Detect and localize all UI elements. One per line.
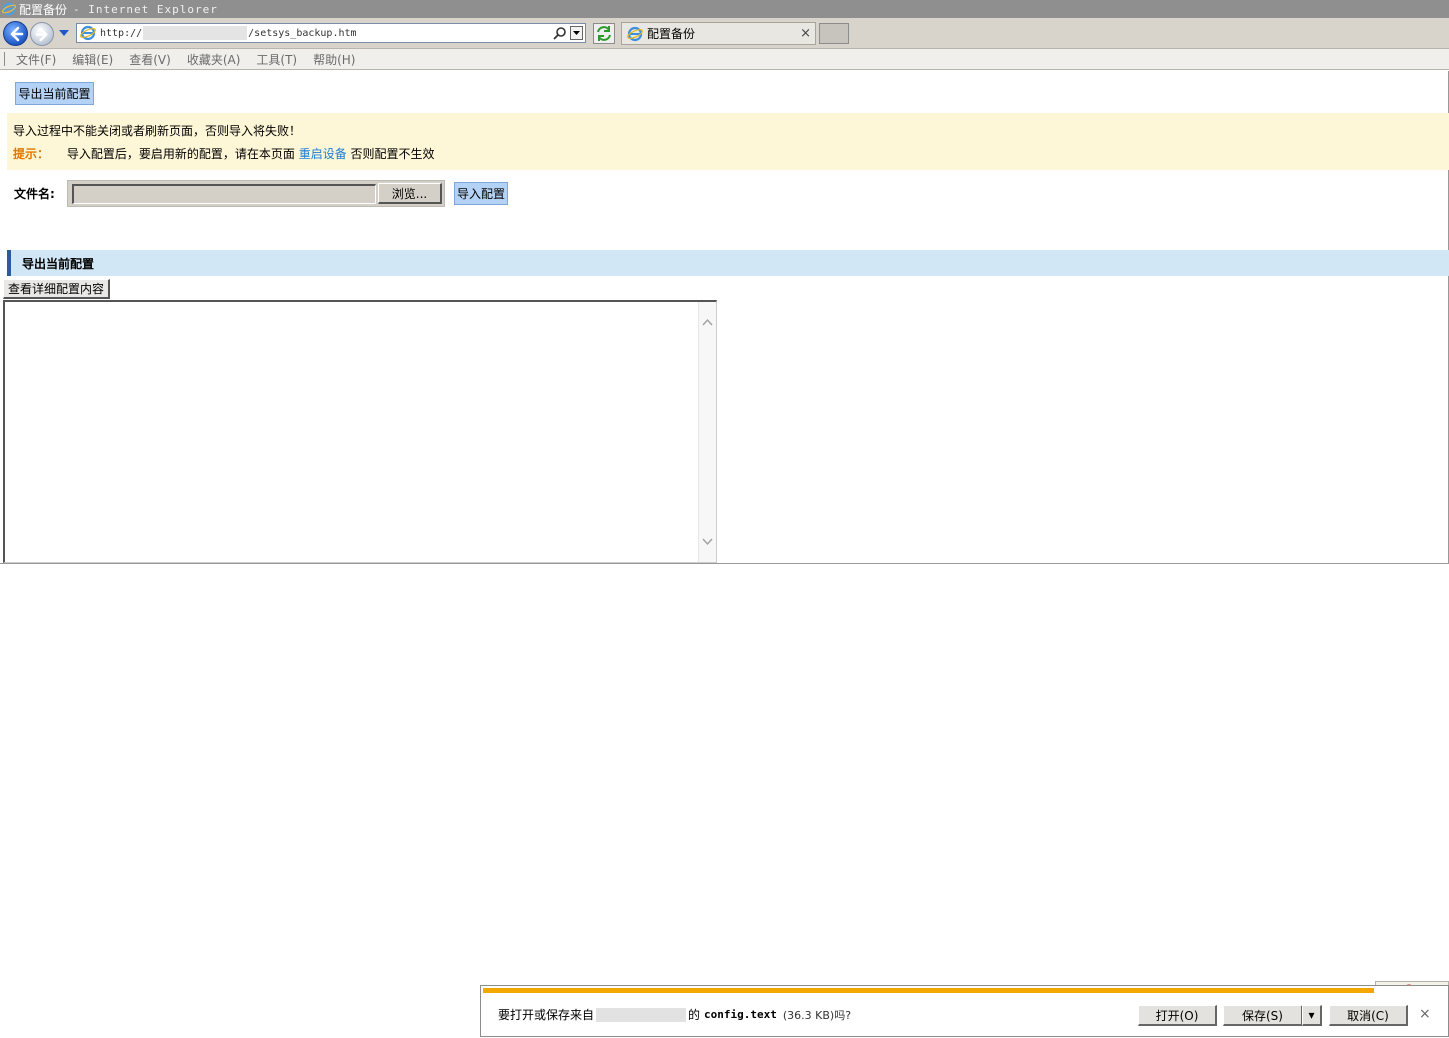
refresh-button[interactable] (593, 23, 615, 44)
file-path-input[interactable] (72, 184, 376, 204)
menu-bar: 文件(F) 编辑(E) 查看(V) 收藏夹(A) 工具(T) 帮助(H) (0, 49, 1449, 70)
notice-tip: 提示： 导入配置后，要启用新的配置，请在本页面 重启设备 否则配置不生效 (13, 145, 435, 162)
url-redacted-host (143, 26, 248, 40)
cancel-button[interactable]: 取消(C) (1329, 1005, 1408, 1026)
menu-favorites[interactable]: 收藏夹(A) (187, 51, 241, 68)
file-name-label: 文件名: (14, 187, 55, 201)
close-icon[interactable]: × (1419, 1006, 1431, 1022)
download-message: 要打开或保存来自 的 config.text (36.3 KB)吗? (498, 1006, 851, 1023)
save-options-dropdown[interactable]: ▾ (1302, 1005, 1322, 1026)
notice-warning: 导入过程中不能关闭或者刷新页面，否则导入将失败！ (13, 124, 302, 138)
back-arrow-icon (10, 26, 24, 42)
download-size: (36.3 KB)吗? (782, 1008, 852, 1022)
window-title: 配置备份 (19, 2, 68, 17)
textarea-scrollbar[interactable] (698, 302, 716, 562)
export-config-button[interactable]: 导出当前配置 (15, 82, 94, 105)
url-path: /setsys_backup.htm (248, 27, 357, 39)
window-titlebar: 配置备份 - Internet Explorer (0, 0, 1449, 18)
menu-view[interactable]: 查看(V) (129, 51, 171, 68)
view-config-details-button[interactable]: 查看详细配置内容 (3, 279, 110, 299)
ie-logo-icon (2, 2, 16, 16)
download-prefix: 要打开或保存来自 (498, 1008, 595, 1022)
tip-text-post: 否则配置不生效 (350, 147, 435, 161)
download-of: 的 (688, 1008, 701, 1022)
back-button[interactable] (3, 21, 28, 46)
section-title: 导出当前配置 (7, 250, 1449, 276)
tip-text-pre: 导入配置后，要启用新的配置，请在本页面 (66, 147, 295, 161)
download-progress-stripe (483, 988, 1374, 993)
forward-button[interactable] (30, 22, 54, 46)
download-filename: config.text (704, 1008, 777, 1021)
tip-label: 提示： (13, 147, 50, 161)
address-bar[interactable]: http:// /setsys_backup.htm (76, 23, 586, 43)
browse-button[interactable]: 浏览... (378, 183, 442, 204)
import-config-button[interactable]: 导入配置 (454, 182, 508, 205)
download-redacted-host (596, 1007, 687, 1022)
url-prefix: http:// (100, 27, 143, 39)
chevron-down-icon (573, 31, 580, 35)
scroll-up-icon[interactable] (702, 318, 713, 326)
menu-file[interactable]: 文件(F) (16, 51, 56, 68)
config-content-textarea[interactable] (3, 300, 717, 563)
file-picker: 浏览... (67, 180, 445, 207)
tab-close-icon[interactable]: × (800, 26, 811, 41)
ie-page-icon (80, 25, 96, 41)
new-tab-button[interactable] (819, 23, 849, 44)
tab-label: 配置备份 (647, 27, 696, 41)
page-content: 导出当前配置 导入过程中不能关闭或者刷新页面，否则导入将失败！ 提示： 导入配置… (0, 71, 1449, 564)
forward-arrow-icon (35, 27, 48, 42)
restart-device-link[interactable]: 重启设备 (299, 147, 347, 161)
navigation-bar: http:// /setsys_backup.htm 配置备份 × (0, 18, 1449, 49)
menu-help[interactable]: 帮助(H) (313, 51, 355, 68)
toolbar-grip (4, 52, 6, 66)
window-app-name: - Internet Explorer (73, 2, 218, 16)
tab-config-backup[interactable]: 配置备份 × (621, 22, 816, 45)
open-button[interactable]: 打开(O) (1138, 1005, 1217, 1026)
menu-tools[interactable]: 工具(T) (256, 51, 297, 68)
download-notification-bar: 要打开或保存来自 的 config.text (36.3 KB)吗? 打开(O)… (480, 985, 1449, 1037)
save-button[interactable]: 保存(S) (1223, 1005, 1303, 1026)
address-dropdown-button[interactable] (570, 26, 583, 40)
ie-tab-icon (627, 26, 643, 41)
refresh-icon (597, 26, 611, 41)
scroll-down-icon[interactable] (702, 538, 713, 546)
history-dropdown-icon[interactable] (58, 27, 70, 39)
search-icon[interactable] (553, 26, 567, 40)
menu-edit[interactable]: 编辑(E) (72, 51, 113, 68)
notice-box: 导入过程中不能关闭或者刷新页面，否则导入将失败！ 提示： 导入配置后，要启用新的… (7, 113, 1449, 170)
